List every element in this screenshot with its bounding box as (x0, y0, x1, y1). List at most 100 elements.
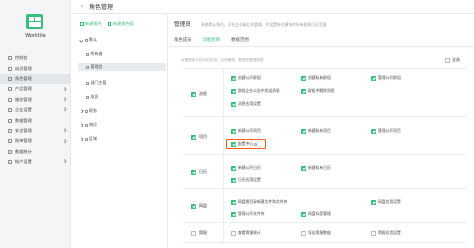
plus-icon (107, 22, 112, 26)
perm-manage-public-project[interactable]: 管理公开项目 (371, 128, 401, 134)
perm-calendar-app-settings[interactable]: 日历应用设置 (231, 177, 261, 183)
perm-label: 导出简报数据 (308, 230, 331, 235)
checkbox[interactable] (301, 75, 306, 81)
sidebar-item-roles[interactable]: 角色管理 (0, 73, 71, 85)
role-icon (86, 95, 89, 99)
dashboard-icon (8, 56, 12, 61)
module-checkbox-project[interactable]: 项目 (191, 134, 207, 140)
checkbox[interactable] (301, 211, 306, 217)
perm-create-public-group[interactable]: 创建公开群组 (231, 75, 261, 81)
perm-label: 管理公开文件夹 (238, 211, 265, 216)
sidebar-item-dashboard[interactable]: 控制台 (0, 53, 71, 63)
checkbox[interactable] (231, 230, 236, 236)
tree-node-label: 部门主管 (90, 80, 107, 85)
perm-new-public-project[interactable]: 新建公开项目 (231, 128, 261, 134)
perm-message-app-settings[interactable]: 消息应用设置 (231, 101, 261, 107)
permissions-table: 消息 创建公开群组 创建私有群组 管理公开群组 群组企业公告中发送消息 群组中删… (183, 68, 467, 243)
checkbox[interactable] (231, 128, 236, 134)
checkbox[interactable] (191, 203, 196, 209)
checkbox[interactable] (231, 211, 236, 217)
perm-manage-public-folder[interactable]: 管理公开文件夹 (231, 211, 265, 217)
checkbox[interactable] (231, 165, 236, 171)
tree-node-default[interactable]: 默认 (79, 36, 97, 44)
chevron-right-icon (61, 159, 66, 164)
module-checkbox-report[interactable]: 简报 (191, 230, 207, 236)
tree-node-member[interactable]: 成员 (86, 93, 99, 101)
perm-label: 简报应用设置 (378, 230, 401, 235)
perm-drive-tag-manage[interactable]: 网盘标签管理 (301, 211, 331, 217)
tree-node-label: 区域 (89, 136, 97, 141)
perm-new-private-project[interactable]: 新建私有项目 (301, 128, 331, 134)
perm-drive-root-create[interactable]: 网盘根目录新建文件和文件夹 (231, 199, 287, 205)
perm-new-public-calendar[interactable]: 新建公开日历 (231, 165, 261, 171)
sidebar-item-account[interactable]: 帐户设置 (0, 157, 71, 167)
module-checkbox-message[interactable]: 消息 (191, 91, 207, 97)
chevron-right-icon (61, 139, 66, 143)
perm-export-report-data[interactable]: 导出简报数据 (301, 230, 331, 236)
checkbox[interactable] (371, 75, 376, 81)
new-role-group-button[interactable]: 新建角色组 (107, 20, 134, 28)
sidebar-item-members[interactable]: 成员管理 (0, 63, 71, 73)
back-icon[interactable]: ‹ (78, 3, 86, 10)
tree-node-label: 管理员 (90, 64, 103, 69)
role-detail: 管理员 系统默认角色，可在企业级后台管理，并设置所在模块的所有权限可见范围 角色… (169, 15, 474, 248)
perm-label: 新建公开项目 (238, 128, 261, 133)
checkbox[interactable] (231, 177, 236, 183)
sidebar-item-label: 数据管理 (15, 117, 32, 123)
checkbox[interactable] (301, 88, 306, 94)
tree-node-label: 岗位 (89, 122, 97, 127)
perm-drive-app-settings[interactable]: 网盘应用设置 (371, 199, 401, 205)
permission-row-calendar: 日历 新建公开日历 新建私有日历 日历应用设置 (183, 155, 467, 189)
sidebar-item-statistics[interactable]: 数据统计 (0, 147, 71, 157)
tree-node-dept-head[interactable]: 部门主管 (86, 79, 107, 87)
checkbox[interactable] (231, 141, 236, 147)
checkbox[interactable] (371, 199, 376, 205)
row-divider (223, 117, 224, 154)
module-label: 项目 (199, 134, 207, 139)
perm-label: 网盘根目录新建文件和文件夹 (238, 199, 288, 204)
sidebar-item-billing[interactable]: 账单管理 (0, 136, 71, 146)
perm-new-private-calendar[interactable]: 新建私有日历 (301, 165, 331, 171)
tree-node-region[interactable]: 区域 (79, 135, 97, 143)
perm-group-announcement[interactable]: 群组企业公告中发送消息 (231, 88, 280, 94)
tree-node-owner[interactable]: 所有者 (86, 50, 103, 58)
perm-create-private-group[interactable]: 创建私有群组 (301, 75, 331, 81)
checkbox[interactable] (191, 169, 196, 175)
select-all-checkbox[interactable]: 全选 (445, 57, 460, 63)
chevron-right-icon (61, 87, 66, 91)
checkbox[interactable] (231, 88, 236, 94)
module-checkbox-drive[interactable]: 网盘 (191, 203, 207, 209)
module-checkbox-calendar[interactable]: 日历 (191, 169, 207, 175)
checkbox[interactable] (231, 199, 236, 205)
account-icon (8, 160, 12, 165)
tree-node-duty[interactable]: 职务 (79, 107, 97, 115)
perm-manage-public-group[interactable]: 管理公开群组 (371, 75, 401, 81)
new-role-button[interactable]: 新建角色 (80, 20, 102, 28)
checkbox[interactable] (191, 91, 196, 97)
checkbox[interactable] (231, 101, 236, 107)
sidebar-item-services[interactable]: 服务管理 (0, 95, 71, 105)
perm-view-report-stats[interactable]: 查看简报统计 (231, 230, 261, 236)
new-role-label: 新建角色 (85, 21, 102, 26)
checkbox[interactable] (191, 230, 196, 236)
perm-label: 网盘标签管理 (308, 211, 331, 216)
checkbox[interactable] (301, 230, 306, 236)
checkbox[interactable] (301, 165, 306, 171)
tree-node-post[interactable]: 岗位 (79, 121, 97, 129)
checkbox[interactable] (301, 128, 306, 134)
sidebar-item-enterprise[interactable]: 企业设置 (0, 105, 71, 115)
checkbox[interactable] (371, 230, 376, 236)
perm-report-app-settings[interactable]: 简报应用设置 (371, 230, 401, 236)
sidebar-item-products[interactable]: 产品管理 (0, 84, 71, 94)
sidebar-item-security[interactable]: 安全管理 (0, 126, 71, 136)
perm-config-center[interactable]: 配置中心 (231, 141, 258, 147)
checkbox[interactable] (445, 57, 450, 63)
perm-delete-group-message[interactable]: 群组中删除消息 (301, 88, 335, 94)
checkbox[interactable] (191, 134, 196, 140)
perm-label: 配置中心 (238, 141, 254, 146)
role-icon (86, 65, 89, 69)
checkbox[interactable] (231, 75, 236, 81)
tree-node-admin[interactable]: 管理员 (78, 63, 166, 71)
sidebar-item-data[interactable]: 数据管理 (0, 115, 71, 125)
checkbox[interactable] (371, 128, 376, 134)
